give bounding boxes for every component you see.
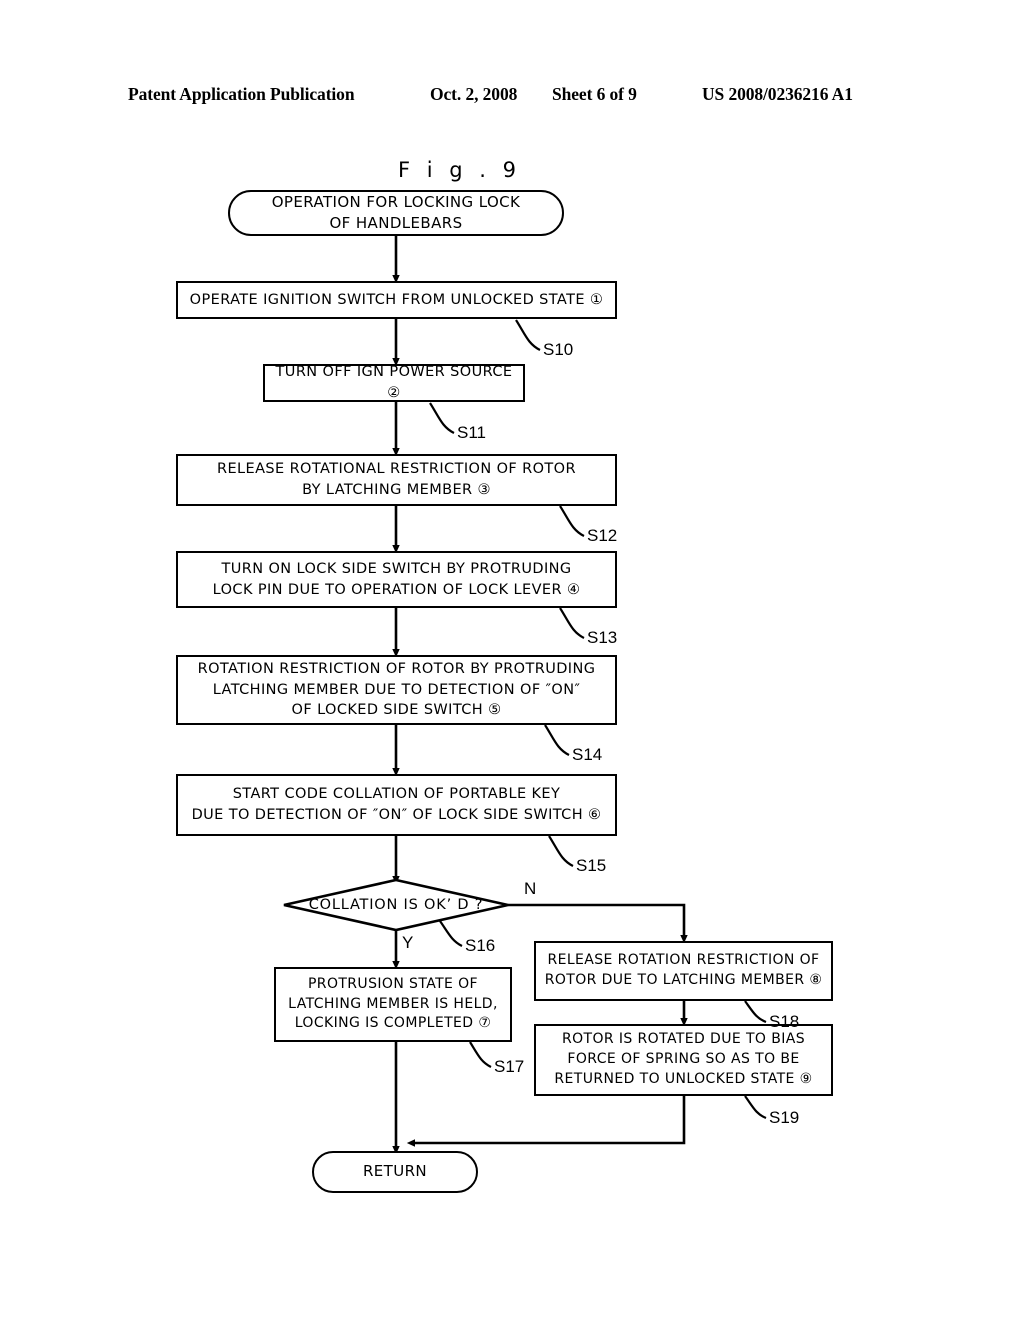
node-s10-label: OPERATE IGNITION SWITCH FROM UNLOCKED ST… xyxy=(189,291,604,308)
step-label-s19: S19 xyxy=(769,1108,800,1127)
step-label-s14: S14 xyxy=(572,745,603,764)
step-label-s17: S17 xyxy=(494,1057,525,1076)
node-s13[interactable]: TURN ON LOCK SIDE SWITCH BY PROTRUDING L… xyxy=(176,551,617,608)
node-s14[interactable]: ROTATION RESTRICTION OF ROTOR BY PROTRUD… xyxy=(176,655,617,725)
node-s15[interactable]: START CODE COLLATION OF PORTABLE KEY DUE… xyxy=(176,774,617,836)
step-label-s11: S11 xyxy=(457,423,486,442)
node-s11[interactable]: TURN OFF IGN POWER SOURCE ② xyxy=(263,364,525,402)
branch-label-yes: Y xyxy=(402,933,414,952)
step-label-s15: S15 xyxy=(576,856,607,875)
node-return[interactable]: RETURN xyxy=(312,1151,478,1193)
node-s12[interactable]: RELEASE ROTATIONAL RESTRICTION OF ROTOR … xyxy=(176,454,617,506)
node-s18-label: RELEASE ROTATION RESTRICTION OF ROTOR DU… xyxy=(544,952,823,988)
node-s18[interactable]: RELEASE ROTATION RESTRICTION OF ROTOR DU… xyxy=(534,941,833,1001)
node-s15-label: START CODE COLLATION OF PORTABLE KEY DUE… xyxy=(191,786,602,823)
branch-label-no: N xyxy=(524,879,537,898)
node-s16-label: COLLATION IS OK’ D ? xyxy=(308,897,484,913)
step-label-s18: S18 xyxy=(769,1012,800,1031)
node-s19-label: ROTOR IS ROTATED DUE TO BIAS FORCE OF SP… xyxy=(554,1031,813,1087)
node-start-label: OPERATION FOR LOCKING LOCK OF HANDLEBARS xyxy=(271,192,521,232)
step-label-s12: S12 xyxy=(587,526,618,545)
node-s17[interactable]: PROTRUSION STATE OF LATCHING MEMBER IS H… xyxy=(274,967,512,1042)
step-label-s16: S16 xyxy=(465,936,496,955)
node-start[interactable]: OPERATION FOR LOCKING LOCK OF HANDLEBARS xyxy=(228,190,564,236)
node-s13-label: TURN ON LOCK SIDE SWITCH BY PROTRUDING L… xyxy=(212,560,581,598)
step-label-s13: S13 xyxy=(587,628,618,647)
node-s11-label: TURN OFF IGN POWER SOURCE ② xyxy=(275,364,513,401)
flowchart-diagram: OPERATION FOR LOCKING LOCK OF HANDLEBARS… xyxy=(0,0,1024,1320)
node-s14-label: ROTATION RESTRICTION OF ROTOR BY PROTRUD… xyxy=(197,661,596,719)
node-s16[interactable]: COLLATION IS OK’ D ? xyxy=(284,880,508,930)
node-s17-label: PROTRUSION STATE OF LATCHING MEMBER IS H… xyxy=(288,975,498,1032)
step-label-s10: S10 xyxy=(543,340,574,359)
node-s19[interactable]: ROTOR IS ROTATED DUE TO BIAS FORCE OF SP… xyxy=(534,1024,833,1096)
node-s12-label: RELEASE ROTATIONAL RESTRICTION OF ROTOR … xyxy=(217,461,576,498)
node-s10[interactable]: OPERATE IGNITION SWITCH FROM UNLOCKED ST… xyxy=(176,281,617,319)
node-return-label: RETURN xyxy=(362,1162,428,1181)
